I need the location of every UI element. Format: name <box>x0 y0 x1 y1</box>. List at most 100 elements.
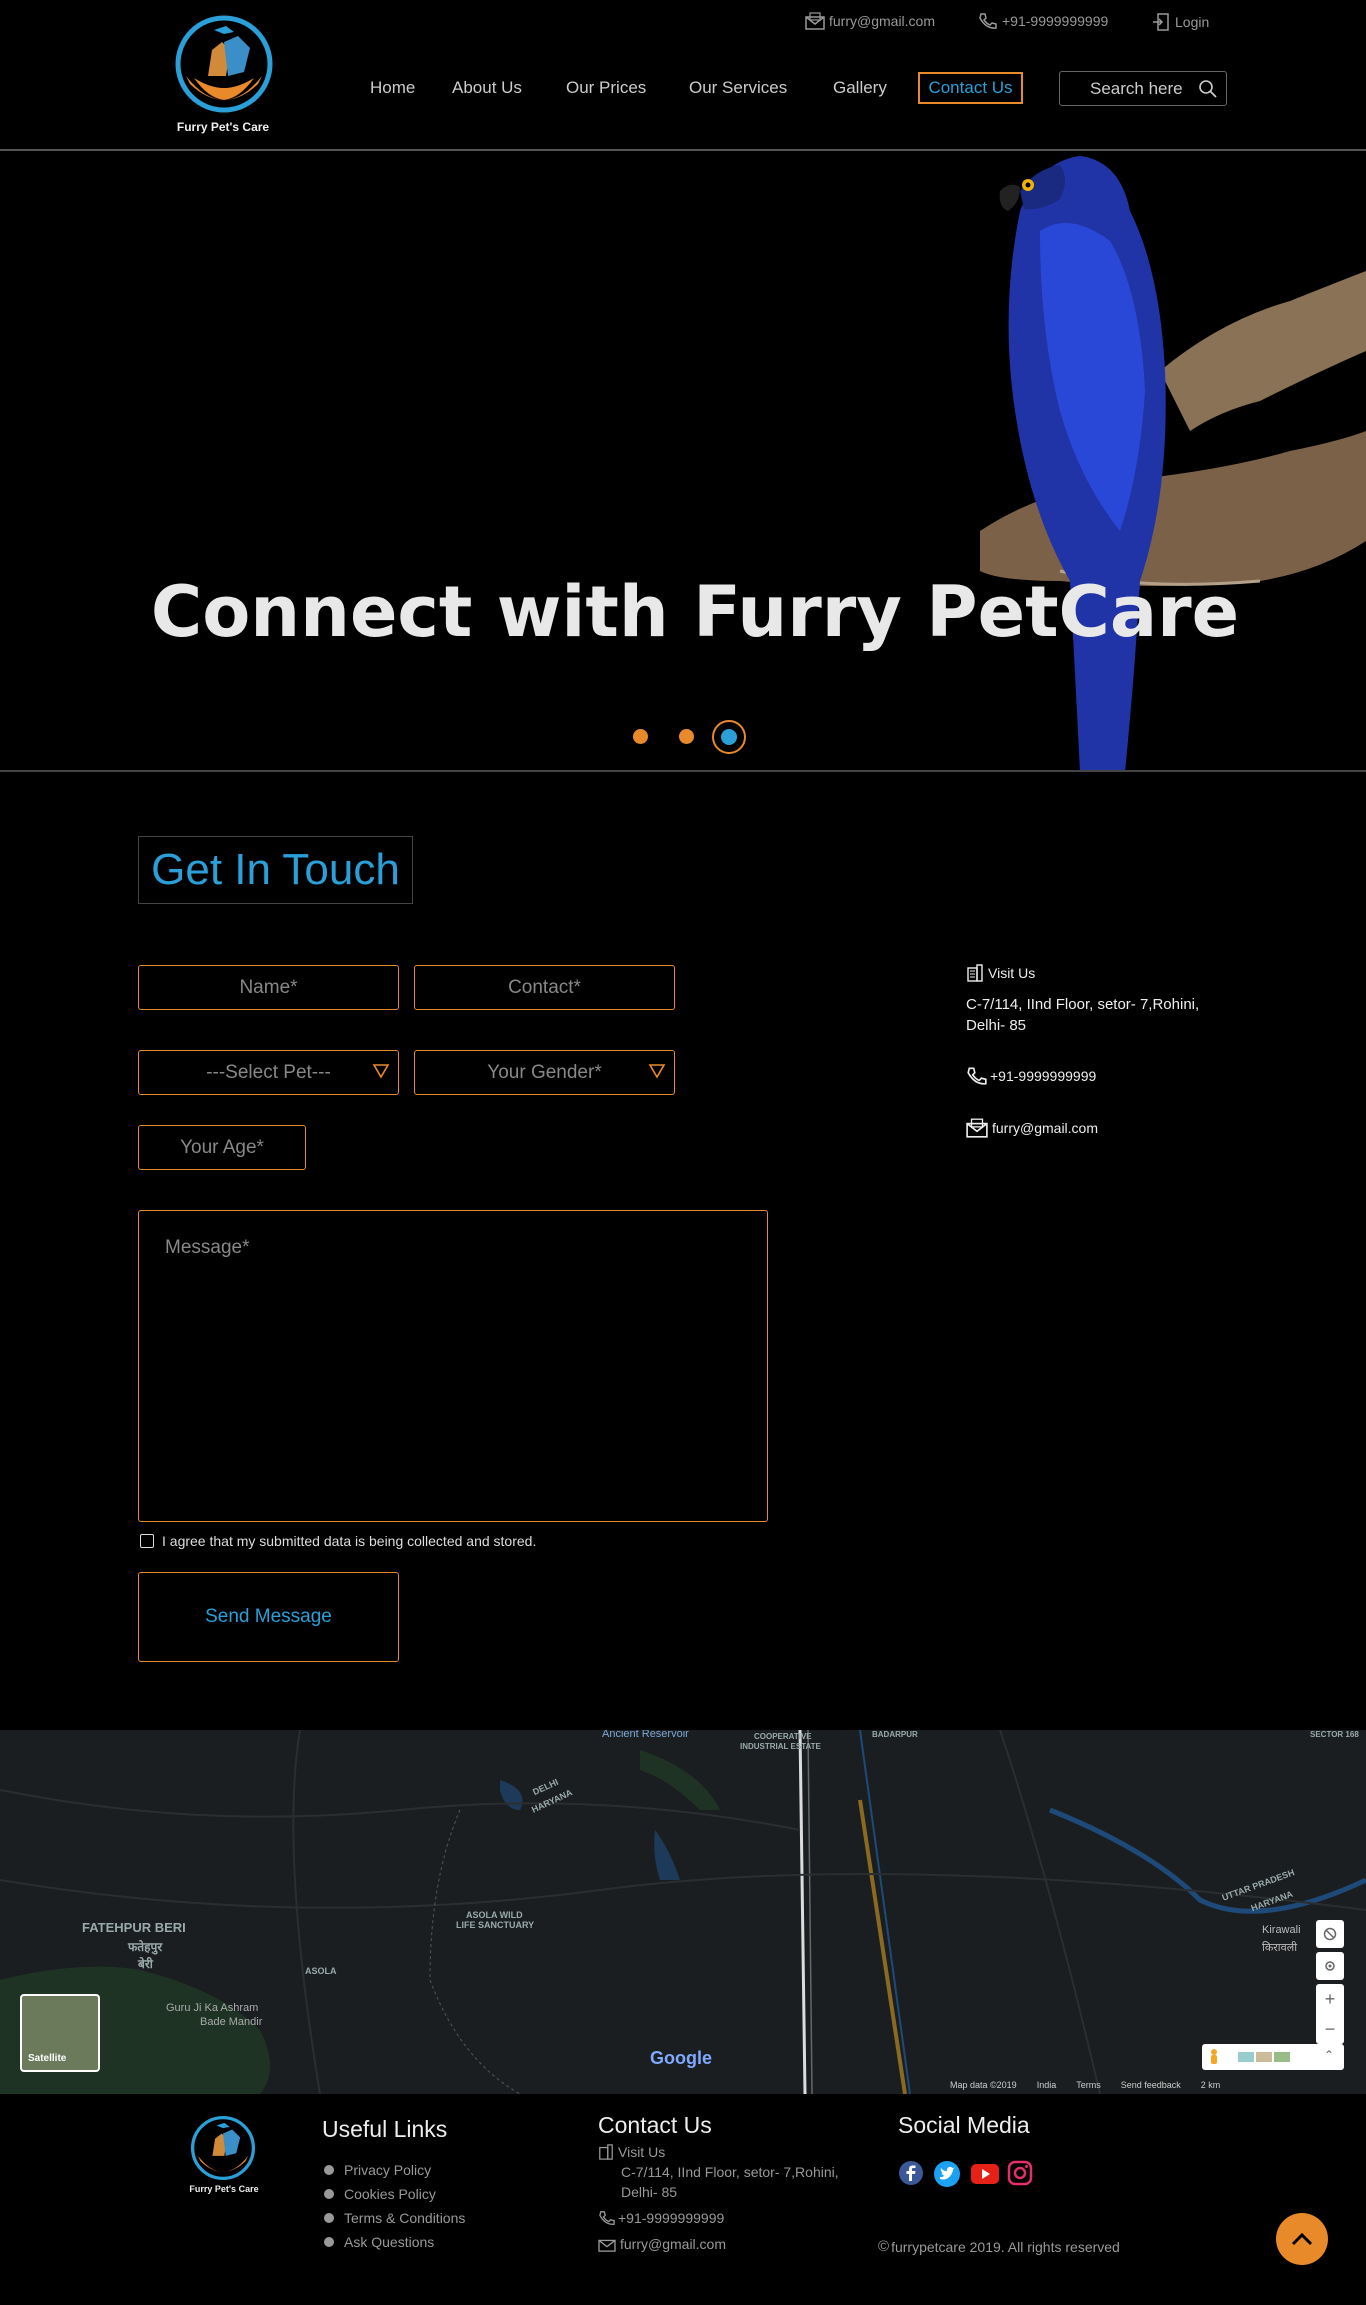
map-label: Kirawali <box>1262 1924 1301 1936</box>
agree-label: I agree that my submitted data is being … <box>162 1533 537 1549</box>
phone-icon <box>979 13 997 29</box>
header-email[interactable]: furry@gmail.com <box>805 12 935 30</box>
facebook-icon[interactable] <box>898 2160 924 2186</box>
footer-link-cookies[interactable]: Cookies Policy <box>324 2186 436 2202</box>
twitter-icon[interactable] <box>933 2160 961 2188</box>
footer-visit-label: Visit Us <box>618 2144 666 2160</box>
pegman-icon[interactable] <box>1208 2048 1220 2066</box>
nav-gallery[interactable]: Gallery <box>833 78 887 98</box>
expand-icon[interactable]: ⌃ <box>1324 2048 1334 2062</box>
footer-phone[interactable]: +91-9999999999 <box>598 2210 724 2226</box>
footer-address-line1: C-7/114, IInd Floor, setor- 7,Rohini, <box>621 2164 839 2180</box>
contact-email[interactable]: furry@gmail.com <box>966 1118 1098 1138</box>
map-feedback[interactable]: Send feedback <box>1121 2080 1181 2090</box>
footer-link-label: Privacy Policy <box>344 2162 432 2178</box>
slide-dot-1[interactable] <box>633 729 648 744</box>
map-data-credit: Map data ©2019 <box>950 2080 1017 2090</box>
youtube-icon[interactable] <box>970 2163 1000 2185</box>
copyright-text: furrypetcare 2019. All rights reserved <box>891 2238 1120 2255</box>
brand-logo[interactable] <box>168 14 280 114</box>
login-link[interactable]: Login <box>1151 12 1209 32</box>
login-icon <box>1153 13 1169 31</box>
footer-visit-row: Visit Us <box>598 2144 665 2160</box>
map-locate-button[interactable] <box>1316 1952 1344 1980</box>
map-label: बेरी <box>138 1957 153 1971</box>
site-header: Furry Pet's Care furry@gmail.com +91-999… <box>0 0 1366 151</box>
mail-icon <box>598 2239 616 2252</box>
map-region[interactable]: India <box>1037 2080 1057 2090</box>
location-map[interactable]: FATEHPUR BERI फतेहपुर बेरी ASOLA WILD LI… <box>0 1730 1366 2094</box>
header-email-text: furry@gmail.com <box>829 13 936 29</box>
footer-email[interactable]: furry@gmail.com <box>598 2236 726 2252</box>
get-in-touch-heading: Get In Touch <box>138 836 413 904</box>
agree-checkbox[interactable] <box>140 1534 154 1548</box>
login-label: Login <box>1175 14 1210 30</box>
map-terms[interactable]: Terms <box>1076 2080 1101 2090</box>
dropdown-triangle-icon <box>648 1064 666 1079</box>
traffic-thumb[interactable] <box>1256 2052 1272 2062</box>
search-input[interactable]: Search here <box>1059 71 1227 106</box>
contact-input[interactable]: Contact* <box>414 965 675 1010</box>
address-line1: C-7/114, IInd Floor, setor- 7,Rohini, <box>966 996 1200 1013</box>
name-input[interactable]: Name* <box>138 965 399 1010</box>
useful-links-heading: Useful Links <box>322 2116 448 2142</box>
footer-link-privacy[interactable]: Privacy Policy <box>324 2162 431 2178</box>
contact-phone-text: +91-9999999999 <box>990 1068 1097 1084</box>
map-label: Bade Mandir <box>200 2016 263 2028</box>
nav-our-services[interactable]: Our Services <box>689 78 787 98</box>
slide-dot-2[interactable] <box>679 729 694 744</box>
map-label: FATEHPUR BERI <box>82 1920 186 1935</box>
visit-us-row: Visit Us <box>966 964 1035 982</box>
footer-email-text: furry@gmail.com <box>620 2236 727 2252</box>
bullet-icon <box>324 2189 334 2199</box>
footer-phone-text: +91-9999999999 <box>618 2210 725 2226</box>
satellite-label: Satellite <box>28 2053 67 2064</box>
header-phone[interactable]: +91-9999999999 <box>978 12 1108 30</box>
nav-home[interactable]: Home <box>370 78 415 98</box>
scroll-to-top-button[interactable] <box>1276 2213 1328 2265</box>
dropdown-triangle-icon <box>372 1064 390 1079</box>
footer-link-questions[interactable]: Ask Questions <box>324 2234 434 2250</box>
satellite-toggle[interactable]: Satellite <box>20 1994 100 2072</box>
terrain-thumb[interactable] <box>1238 2052 1254 2062</box>
footer-link-terms[interactable]: Terms & Conditions <box>324 2210 465 2226</box>
agree-checkbox-row[interactable]: I agree that my submitted data is being … <box>140 1533 536 1549</box>
footer-logo[interactable] <box>186 2114 260 2182</box>
map-zoom-control: + − <box>1316 1984 1344 2044</box>
biking-thumb[interactable] <box>1274 2052 1290 2062</box>
chevron-up-icon <box>1291 2232 1313 2246</box>
mail-icon <box>966 1118 988 1138</box>
map-label: BADARPUR <box>872 1730 918 1739</box>
nav-about-us[interactable]: About Us <box>452 78 522 98</box>
map-label: SECTOR 168 <box>1310 1730 1359 1739</box>
search-placeholder: Search here <box>1090 78 1183 98</box>
map-layers-bar[interactable]: ⌃ <box>1202 2044 1344 2070</box>
footer-link-label: Ask Questions <box>344 2234 435 2250</box>
map-footer: Map data ©2019 India Terms Send feedback… <box>950 2080 1220 2090</box>
slide-dot-3[interactable] <box>712 720 746 754</box>
age-input[interactable]: Your Age* <box>138 1125 306 1170</box>
send-message-button[interactable]: Send Message <box>138 1572 399 1662</box>
nav-contact-us[interactable]: Contact Us <box>918 72 1023 104</box>
map-label: COOPERATIVE <box>754 1732 812 1741</box>
footer-brand-name: Furry Pet's Care <box>189 2184 259 2194</box>
map-block-button[interactable] <box>1316 1920 1344 1948</box>
brand-name: Furry Pet's Care <box>176 120 270 134</box>
copyright-icon: © <box>878 2238 890 2255</box>
bullet-icon <box>324 2237 334 2247</box>
search-icon[interactable] <box>1198 79 1218 99</box>
select-pet-dropdown[interactable]: ---Select Pet--- <box>138 1050 399 1095</box>
site-footer: Furry Pet's Care Useful Links Privacy Po… <box>0 2094 1366 2305</box>
zoom-in-button[interactable]: + <box>1316 1984 1344 2014</box>
contact-phone[interactable]: +91-9999999999 <box>966 1066 1096 1086</box>
message-textarea[interactable]: Message* <box>138 1210 768 1522</box>
zoom-out-button[interactable]: − <box>1316 2014 1344 2044</box>
mail-icon <box>805 12 825 30</box>
bullet-icon <box>324 2213 334 2223</box>
gender-dropdown[interactable]: Your Gender* <box>414 1050 675 1095</box>
instagram-icon[interactable] <box>1007 2160 1033 2186</box>
map-scale: 2 km <box>1200 2080 1221 2090</box>
nav-our-prices[interactable]: Our Prices <box>566 78 646 98</box>
map-label: Ancient Reservoir <box>602 1730 689 1740</box>
address-line2: Delhi- 85 <box>966 1017 1027 1034</box>
